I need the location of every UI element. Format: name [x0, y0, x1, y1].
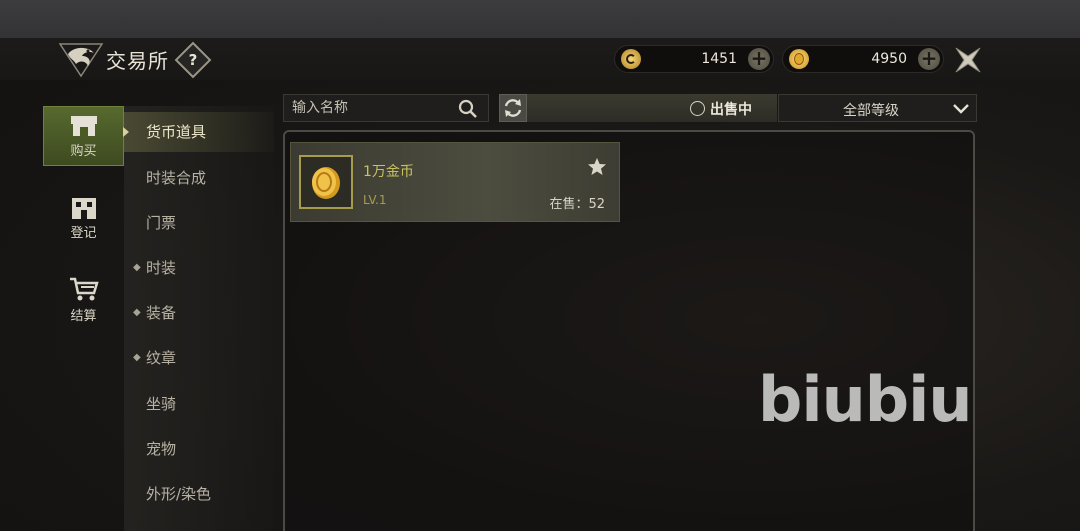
cart-icon	[69, 277, 99, 300]
sidebar-item-label: 购买	[70, 143, 97, 159]
search-box	[283, 94, 489, 122]
category-mount[interactable]: 坐骑	[124, 384, 274, 424]
sidebar-item-label: 结算	[70, 308, 97, 324]
category-tickets[interactable]: 门票	[124, 203, 274, 243]
page-title: 交易所	[106, 49, 169, 73]
trade-exchange-screen: 交易所 ? 1451 + 4950 + 购买 登记 结算 货币道具 时装合成 门…	[0, 0, 1080, 531]
item-name: 1万金币	[363, 164, 414, 180]
on-sale-label[interactable]: 出售中	[710, 99, 752, 119]
chevron-down-icon	[953, 104, 969, 114]
top-strip	[0, 0, 1080, 38]
refresh-icon	[504, 99, 522, 117]
star-icon[interactable]	[587, 157, 607, 177]
dragon-emblem-icon	[58, 43, 104, 78]
gold-coin-icon	[789, 49, 809, 69]
item-card[interactable]: 1万金币 LV.1 在售：52	[290, 142, 620, 222]
sidebar-item-label: 登记	[70, 225, 97, 241]
search-input[interactable]	[292, 98, 452, 118]
sidebar-item-settle[interactable]: 结算	[43, 270, 124, 330]
building-icon	[71, 197, 96, 219]
help-icon: ?	[188, 51, 198, 69]
category-appearance-dye[interactable]: 外形/染色	[124, 474, 274, 514]
sidebar-item-buy[interactable]: 购买	[43, 106, 124, 166]
item-level: LV.1	[363, 193, 387, 207]
currency-silver: 1451 +	[614, 45, 774, 73]
grade-dropdown[interactable]: 全部等级	[778, 94, 977, 122]
on-sale-radio[interactable]	[690, 101, 705, 116]
silver-coin-icon	[621, 49, 641, 69]
search-icon[interactable]	[458, 99, 478, 119]
category-pet[interactable]: 宠物	[124, 429, 274, 469]
refresh-button[interactable]	[499, 94, 527, 122]
close-icon[interactable]	[952, 44, 984, 76]
category-costume[interactable]: ◆ 时装	[124, 248, 274, 288]
shop-icon	[70, 115, 97, 136]
add-gold-button[interactable]: +	[918, 48, 940, 70]
watermark: biubiu	[758, 363, 973, 436]
category-list: 货币道具 时装合成 门票 ◆ 时装 ◆ 装备 ◆ 纹章 坐骑 宠物 外形/染色	[123, 106, 274, 531]
item-on-sale-count: 在售：52	[549, 197, 605, 212]
grade-dropdown-value: 全部等级	[843, 103, 899, 119]
add-silver-button[interactable]: +	[748, 48, 770, 70]
currency-silver-value: 1451	[701, 51, 737, 67]
category-costume-synthesis[interactable]: 时装合成	[124, 158, 274, 198]
currency-gold-value: 4950	[871, 51, 907, 67]
gold-coin-icon	[312, 167, 340, 199]
item-icon	[299, 155, 353, 209]
currency-gold: 4950 +	[782, 45, 944, 73]
sidebar-item-register[interactable]: 登记	[43, 188, 124, 248]
category-emblem[interactable]: ◆ 纹章	[124, 338, 274, 378]
category-equipment[interactable]: ◆ 装备	[124, 293, 274, 333]
category-currency-items[interactable]: 货币道具	[123, 112, 274, 152]
